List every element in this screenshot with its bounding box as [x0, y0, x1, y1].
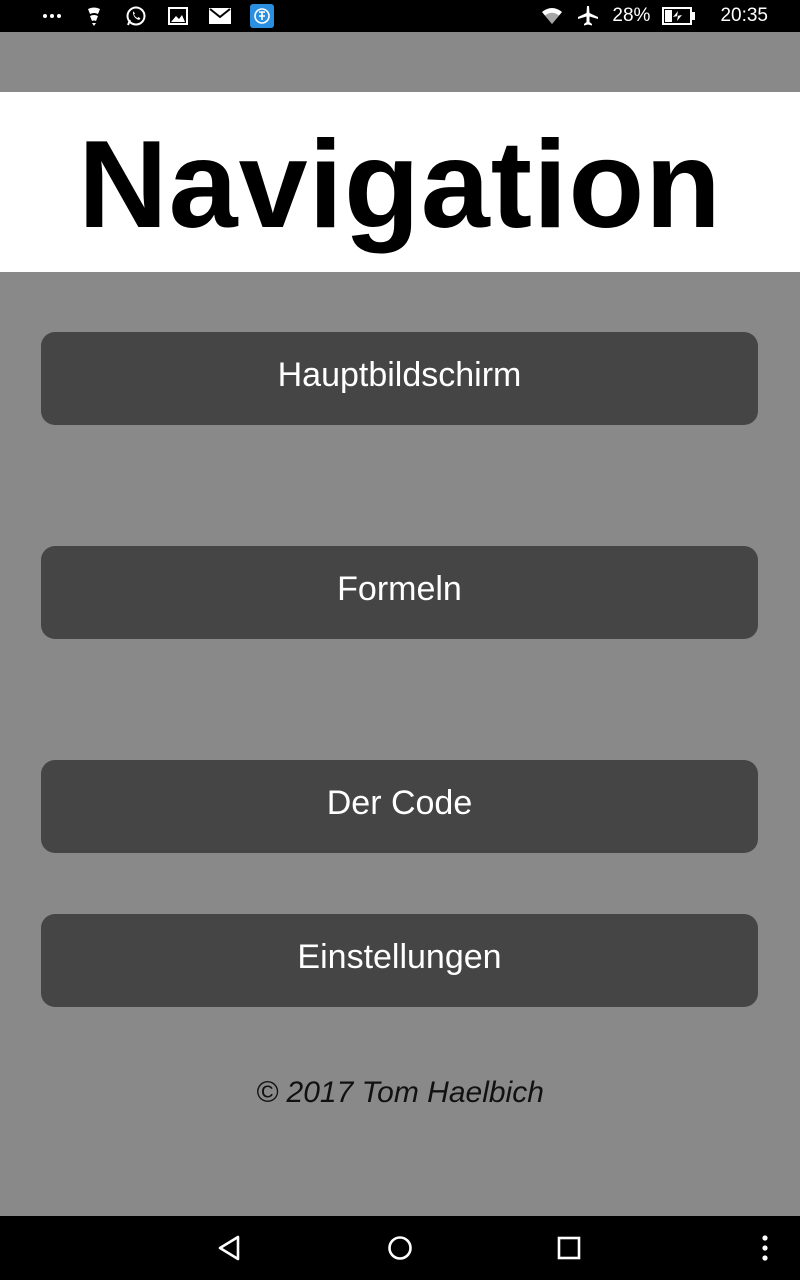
status-bar: 28% 20:35: [0, 0, 800, 32]
recents-icon[interactable]: [553, 1232, 585, 1264]
der-code-button[interactable]: Der Code: [41, 760, 758, 853]
back-icon[interactable]: [214, 1232, 246, 1264]
whatsapp-icon: [124, 4, 148, 28]
status-clock: 20:35: [720, 5, 768, 26]
overflow-menu-icon[interactable]: [749, 1232, 781, 1264]
einstellungen-button-label: Einstellungen: [297, 938, 502, 976]
status-system: 28% 20:35: [540, 4, 768, 28]
more-notifications-icon: [40, 4, 64, 28]
copyright-text: © 2017 Tom Haelbich: [256, 1076, 544, 1109]
header: Navigation: [0, 92, 800, 272]
formeln-button[interactable]: Formeln: [41, 546, 758, 639]
airplane-mode-icon: [576, 4, 600, 28]
formeln-button-label: Formeln: [337, 570, 462, 608]
der-code-button-label: Der Code: [326, 784, 473, 822]
app-badge-icon: [250, 4, 274, 28]
page-title: Navigation: [78, 116, 722, 254]
gallery-icon: [166, 4, 190, 28]
battery-percentage: 28%: [612, 5, 651, 26]
hauptbildschirm-button-label: Hauptbildschirm: [277, 356, 522, 394]
email-icon: [208, 4, 232, 28]
system-navigation-bar: [0, 1216, 800, 1280]
hauptbildschirm-button[interactable]: Hauptbildschirm: [41, 332, 758, 425]
battery-charging-icon: [662, 4, 696, 28]
wifi-icon: [540, 4, 564, 28]
status-notifications: [40, 4, 274, 28]
app-notification-icon: [82, 4, 106, 28]
einstellungen-button[interactable]: Einstellungen: [41, 914, 758, 1007]
top-spacer: [0, 32, 800, 92]
home-icon[interactable]: [384, 1232, 416, 1264]
